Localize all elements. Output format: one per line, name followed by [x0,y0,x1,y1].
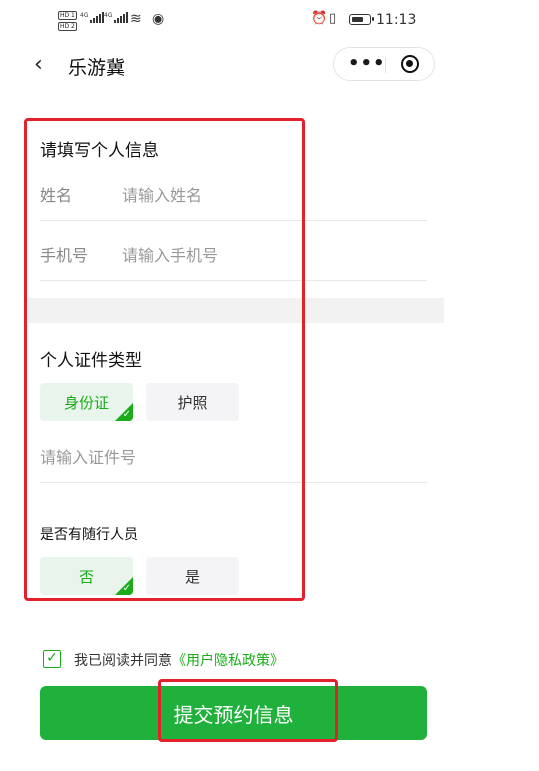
more-icon[interactable]: ••• [348,53,386,74]
hd-badge-2: HD 2 [58,22,77,31]
status-bar: HD 1 HD 2 4G 4G ≋ ◉ ⏰ ▯ 11:13 [0,0,539,42]
highlight-box-submit [158,679,338,742]
agreement-label: 我已阅读并同意 [74,653,172,669]
back-icon[interactable]: ‹ [34,52,43,77]
signal-icon-2: 4G [104,12,129,23]
status-time: 11:13 [376,12,417,28]
agreement-text: 我已阅读并同意《用户隐私政策》 [74,650,284,670]
wifi-icon: ≋ [130,11,142,27]
highlight-box-form [24,118,305,601]
eye-icon: ◉ [152,11,165,27]
close-miniprogram-icon[interactable] [401,55,419,73]
miniprogram-capsule: ••• [333,47,435,81]
alarm-icon: ⏰ [311,11,328,26]
vibrate-icon: ▯ [329,11,337,26]
signal-icon-1: 4G [80,12,105,23]
hd-indicators: HD 1 HD 2 [58,11,77,31]
privacy-policy-link[interactable]: 《用户隐私政策》 [172,653,284,669]
capsule-divider [385,57,386,73]
hd-badge-1: HD 1 [58,11,77,20]
battery-icon [349,14,374,25]
page-title: 乐游冀 [68,57,126,79]
agreement-checkbox[interactable]: ✓ [43,650,61,668]
